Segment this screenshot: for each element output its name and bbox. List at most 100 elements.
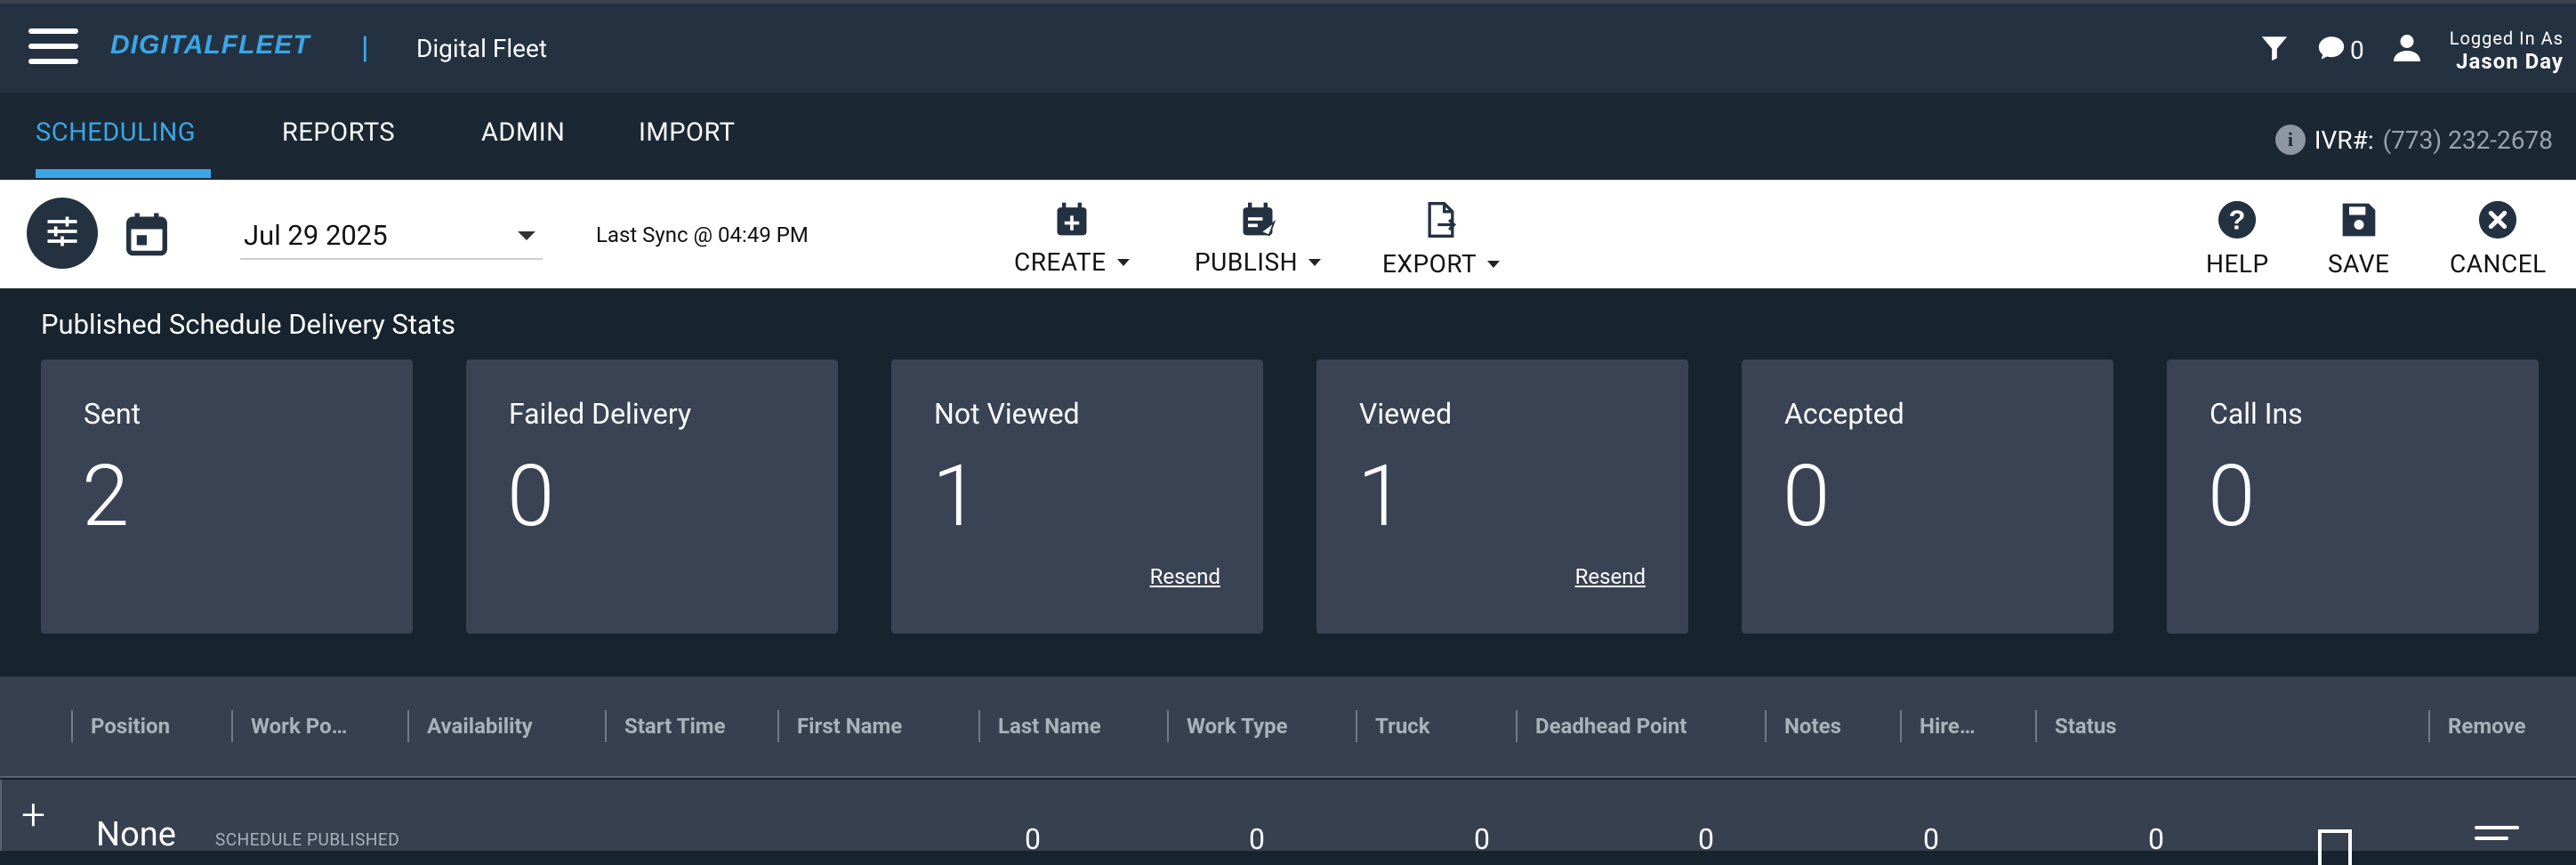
stat-card-accepted: Accepted 0 (1742, 360, 2113, 634)
group-count: 0 (1025, 822, 1041, 856)
filter-icon[interactable] (2259, 33, 2290, 67)
stat-card-viewed: Viewed 1 Resend (1316, 360, 1688, 634)
schedule-grid-header: Position Work Po… Availability Start Tim… (0, 676, 2576, 778)
logged-in-label: Logged In As (2449, 28, 2564, 49)
calendar-icon[interactable] (123, 208, 171, 262)
stat-card-call-ins: Call Ins 0 (2167, 360, 2539, 634)
publish-button[interactable]: PUBLISH (1195, 199, 1322, 277)
active-tab-indicator (36, 169, 211, 178)
column-header-availability[interactable]: Availability (407, 710, 533, 742)
group-count: 0 (1249, 822, 1265, 856)
ivr-info: i IVR#: (773) 232-2678 (2274, 125, 2553, 155)
export-label: EXPORT (1382, 249, 1477, 279)
cancel-button[interactable]: CANCEL (2450, 199, 2547, 279)
schedule-toolbar: Jul 29 2025 Last Sync @ 04:49 PM CREATE … (0, 180, 2576, 288)
group-count: 0 (1923, 822, 1939, 856)
resend-link[interactable]: Resend (1575, 564, 1646, 589)
stat-label: Failed Delivery (509, 397, 692, 431)
column-header-position[interactable]: Position (71, 710, 170, 742)
stats-title: Published Schedule Delivery Stats (41, 308, 455, 341)
column-header-work-type[interactable]: Work Type (1167, 710, 1288, 742)
top-bar: DIGITALFLEET | Digital Fleet 0 Logged In… (0, 0, 2576, 93)
group-name: None (96, 815, 176, 854)
messages-button[interactable]: 0 (2316, 33, 2364, 67)
close-icon (2477, 199, 2518, 244)
stat-label: Call Ins (2210, 397, 2303, 431)
column-header-start-time[interactable]: Start Time (605, 710, 726, 742)
ivr-label: IVR#: (2314, 125, 2374, 155)
hamburger-menu-icon[interactable] (28, 28, 78, 68)
message-count: 0 (2349, 35, 2364, 65)
column-header-last-name[interactable]: Last Name (978, 710, 1101, 742)
top-right-actions: 0 Logged In As Jason Day (2259, 23, 2564, 77)
stat-card-not-viewed: Not Viewed 1 Resend (891, 360, 1263, 634)
ivr-number: (773) 232-2678 (2382, 125, 2553, 155)
brand-separator: | (361, 30, 369, 66)
publish-label: PUBLISH (1195, 247, 1299, 277)
resend-link[interactable]: Resend (1150, 564, 1220, 589)
help-button[interactable]: ? HELP (2206, 199, 2269, 279)
column-header-hire[interactable]: Hire… (1900, 710, 1976, 742)
delivery-stats-section: Published Schedule Delivery Stats Sent 2… (0, 288, 2576, 676)
column-header-first-name[interactable]: First Name (777, 710, 902, 742)
svg-text:?: ? (2229, 206, 2246, 236)
info-icon[interactable]: i (2274, 125, 2306, 155)
column-header-remove[interactable]: Remove (2428, 710, 2525, 742)
stat-value: 0 (1783, 447, 1831, 546)
stat-label: Viewed (1359, 397, 1453, 431)
column-header-status[interactable]: Status (2035, 710, 2117, 742)
expand-plus-icon[interactable]: + (21, 794, 45, 837)
stat-value: 0 (2208, 447, 2256, 546)
stat-value: 1 (932, 447, 980, 546)
stat-label: Accepted (1784, 397, 1904, 431)
last-sync-status: Last Sync @ 04:49 PM (596, 222, 809, 247)
chevron-down-icon (518, 231, 535, 240)
column-header-work-position[interactable]: Work Po… (231, 710, 347, 742)
app-title: Digital Fleet (416, 34, 547, 63)
stat-value: 1 (1357, 447, 1405, 546)
calendar-send-icon (1238, 199, 1277, 242)
row-menu-icon[interactable] (2475, 826, 2519, 847)
export-button[interactable]: EXPORT (1382, 199, 1501, 279)
tab-import[interactable]: IMPORT (639, 117, 736, 148)
save-label: SAVE (2328, 249, 2390, 279)
create-button[interactable]: CREATE (1014, 199, 1130, 277)
stat-label: Not Viewed (934, 397, 1080, 431)
column-header-deadhead-point[interactable]: Deadhead Point (1516, 710, 1686, 742)
group-status: SCHEDULE PUBLISHED (215, 829, 400, 850)
group-count: 0 (1474, 822, 1490, 856)
chat-bubble-icon (2316, 33, 2347, 67)
tab-reports[interactable]: REPORTS (282, 117, 395, 148)
caret-down-icon (1116, 258, 1130, 266)
user-icon[interactable] (2391, 32, 2423, 68)
column-header-notes[interactable]: Notes (1765, 710, 1841, 742)
filter-settings-button[interactable] (27, 198, 98, 269)
stat-label: Sent (84, 397, 141, 431)
column-header-truck[interactable]: Truck (1356, 710, 1430, 742)
brand-logo: DIGITALFLEET (110, 30, 310, 60)
save-icon (2339, 199, 2379, 244)
group-count: 0 (1698, 822, 1714, 856)
help-label: HELP (2206, 249, 2269, 279)
main-nav: SCHEDULING REPORTS ADMIN IMPORT i IVR#: … (0, 93, 2576, 180)
file-export-icon (1421, 199, 1461, 244)
logged-in-info: Logged In As Jason Day (2450, 27, 2564, 73)
group-select-checkbox[interactable] (2318, 829, 2352, 865)
tab-admin[interactable]: ADMIN (481, 117, 565, 148)
group-count: 0 (2148, 822, 2164, 856)
date-select[interactable]: Jul 29 2025 (240, 210, 543, 260)
selected-date: Jul 29 2025 (244, 219, 388, 252)
help-icon: ? (2217, 199, 2258, 244)
group-row: + None SCHEDULE PUBLISHED 0 0 0 0 0 0 (0, 780, 2576, 865)
stat-value: 0 (507, 447, 555, 546)
caret-down-icon (1487, 260, 1501, 268)
stat-card-sent: Sent 2 (41, 360, 413, 634)
stat-value: 2 (82, 447, 130, 546)
calendar-plus-icon (1052, 199, 1091, 242)
cancel-label: CANCEL (2450, 249, 2547, 279)
caret-down-icon (1308, 258, 1322, 266)
save-button[interactable]: SAVE (2328, 199, 2389, 279)
create-label: CREATE (1014, 247, 1107, 277)
tab-scheduling[interactable]: SCHEDULING (36, 117, 196, 148)
sliders-icon (43, 212, 82, 255)
